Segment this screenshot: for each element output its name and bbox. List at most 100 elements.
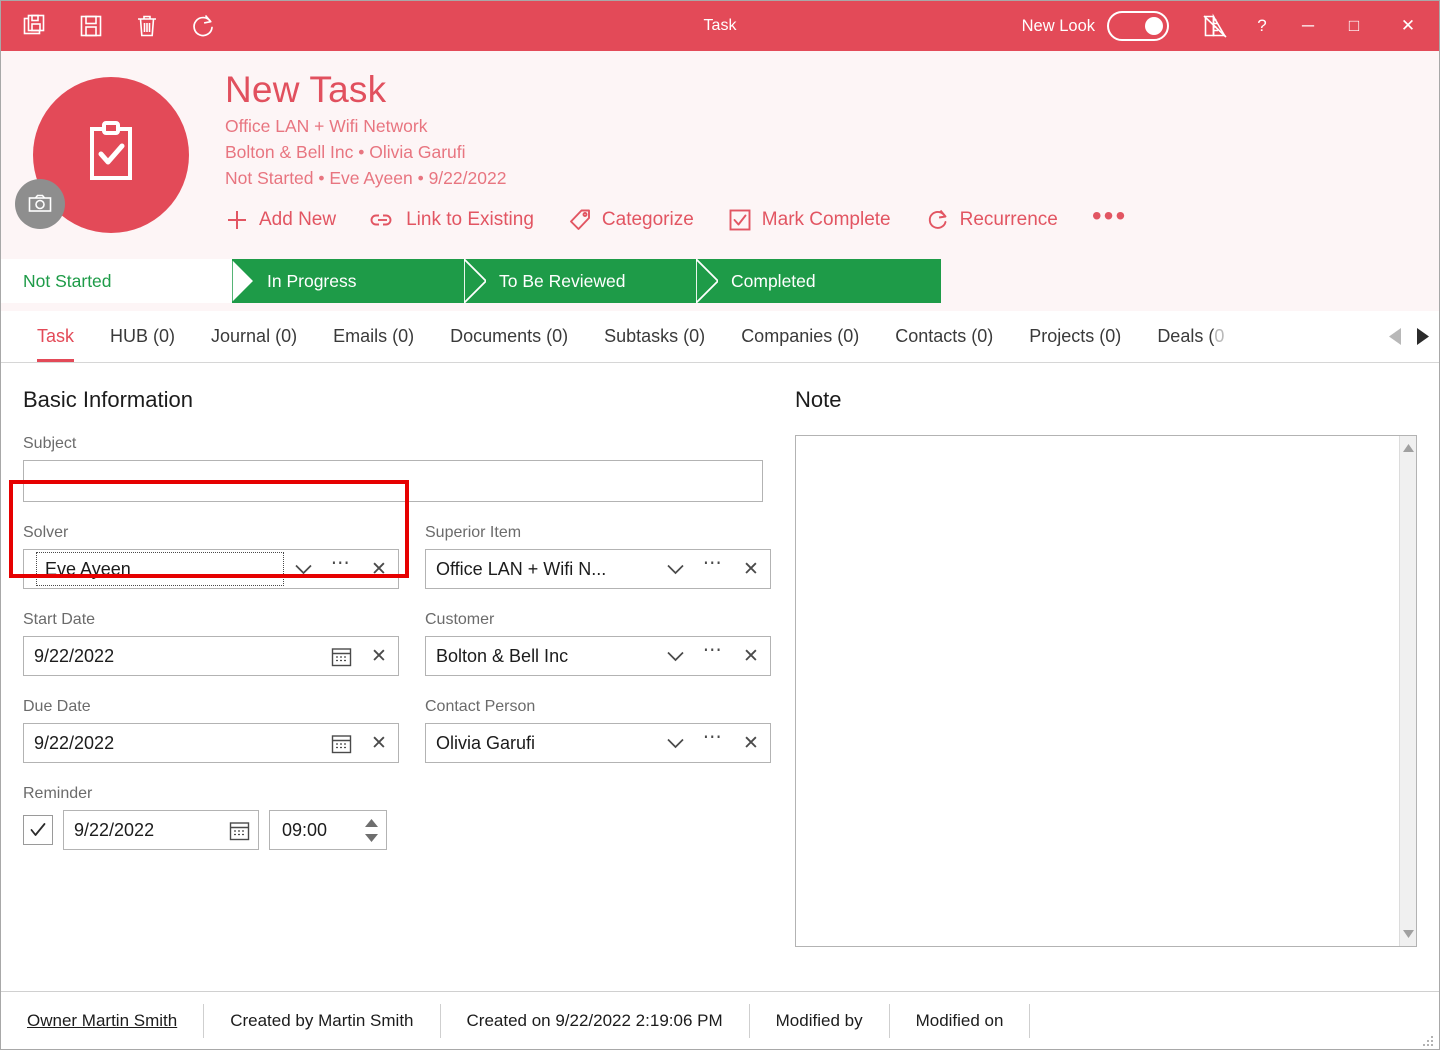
start-date-clear-icon[interactable]: ✕ (360, 637, 398, 675)
tab-label: Subtasks (0) (604, 326, 706, 346)
chevron-right-icon[interactable] (1416, 328, 1429, 345)
mark-complete-label: Mark Complete (761, 208, 891, 230)
start-date-label: Start Date (23, 611, 96, 628)
status-created-on: Created on 9/22/2022 2:19:06 PM (441, 1003, 750, 1038)
link-to-existing-button[interactable]: Link to Existing (370, 209, 534, 231)
categorize-label: Categorize (601, 208, 694, 230)
pipeline-step-label: To Be Reviewed (499, 270, 626, 291)
solver-clear-icon[interactable]: ✕ (360, 550, 398, 588)
due-date-value: 9/22/2022 (34, 732, 115, 753)
chevron-left-icon[interactable] (1389, 328, 1402, 345)
reminder-row: 9/22/2022 09:00 (23, 810, 785, 850)
status-created-by: Created by Martin Smith (204, 1003, 441, 1038)
tab-label: HUB (0) (110, 326, 176, 346)
customer-dropdown-icon[interactable] (656, 637, 694, 675)
save-and-new-icon[interactable] (15, 7, 55, 45)
categorize-button[interactable]: Categorize (568, 208, 694, 232)
save-icon[interactable] (71, 7, 111, 45)
pipeline-step-not-started[interactable]: Not Started (1, 259, 254, 303)
help-button[interactable]: ? (1239, 1, 1285, 51)
superior-item-more-icon[interactable]: ⋯ (694, 550, 732, 588)
superior-item-dropdown-icon[interactable] (656, 550, 694, 588)
status-owner[interactable]: Owner Martin Smith (1, 1003, 205, 1038)
new-look-toggle[interactable] (1107, 11, 1169, 41)
tab-companies[interactable]: Companies (0) (723, 311, 877, 362)
reminder-time-input[interactable]: 09:00 (269, 810, 387, 850)
pipeline-step-completed[interactable]: Completed (697, 259, 941, 303)
pipeline-step-in-progress[interactable]: In Progress (233, 259, 486, 303)
subject-input[interactable] (23, 460, 763, 502)
tab-subtasks[interactable]: Subtasks (0) (586, 311, 723, 362)
pipeline-arrow-icon (464, 259, 486, 303)
triangle-up-icon[interactable] (1402, 439, 1414, 457)
contact-person-input[interactable]: Olivia Garufi ⋯ ✕ (425, 723, 771, 763)
tab-hub[interactable]: HUB (0) (92, 311, 193, 362)
header-more-button[interactable]: ••• (1092, 201, 1127, 230)
customer-clear-icon[interactable]: ✕ (732, 637, 770, 675)
contact-person-value: Olivia Garufi (436, 732, 536, 753)
customer-input[interactable]: Bolton & Bell Inc ⋯ ✕ (425, 636, 771, 676)
tab-task[interactable]: Task (19, 311, 92, 362)
resize-grip-icon[interactable] (1421, 1032, 1434, 1046)
solver-input[interactable]: Eve Ayeen ⋯ ✕ (23, 549, 399, 589)
superior-item-value: Office LAN + Wifi N... (436, 558, 607, 579)
note-scrollbar[interactable] (1399, 436, 1416, 946)
solver-dropdown-icon[interactable] (284, 550, 322, 588)
due-date-calendar-icon[interactable] (322, 724, 360, 762)
note-textarea[interactable] (796, 436, 1399, 946)
start-date-calendar-icon[interactable] (322, 637, 360, 675)
contact-person-label: Contact Person (425, 698, 536, 715)
avatar-area (1, 51, 225, 259)
start-date-value: 9/22/2022 (34, 645, 115, 666)
content-area: Basic Information Subject Solver Eve Aye… (1, 363, 1439, 991)
note-editor[interactable] (795, 435, 1417, 947)
contact-person-field: Contact Person Olivia Garufi ⋯ ✕ (425, 698, 771, 763)
mark-complete-button[interactable]: Mark Complete (728, 208, 891, 232)
reminder-checkbox[interactable] (23, 815, 53, 845)
maximize-button[interactable]: □ (1331, 1, 1377, 51)
recurrence-label: Recurrence (959, 208, 1058, 230)
refresh-icon[interactable] (183, 7, 223, 45)
tab-bar: Task HUB (0) Journal (0) Emails (0) Docu… (1, 311, 1439, 363)
superior-item-clear-icon[interactable]: ✕ (732, 550, 770, 588)
start-date-input[interactable]: 9/22/2022 ✕ (23, 636, 399, 676)
header-subtitle-1: Office LAN + Wifi Network (225, 116, 428, 136)
close-button[interactable]: ✕ (1377, 1, 1439, 51)
tab-contacts[interactable]: Contacts (0) (877, 311, 1011, 362)
note-pane: Note (785, 363, 1439, 991)
minimize-button[interactable]: ─ (1285, 1, 1331, 51)
tab-emails[interactable]: Emails (0) (315, 311, 432, 362)
duedate-contact-row: Due Date 9/22/2022 ✕ Contact Person Oliv… (23, 698, 785, 785)
ruler-icon[interactable] (1191, 1, 1239, 51)
add-new-button[interactable]: Add New (225, 208, 336, 232)
due-date-clear-icon[interactable]: ✕ (360, 724, 398, 762)
triangle-down-icon[interactable] (1402, 925, 1414, 943)
tab-projects[interactable]: Projects (0) (1011, 311, 1139, 362)
page-title: New Task (225, 69, 387, 110)
reminder-time-stepper[interactable] (356, 811, 386, 849)
reminder-date-value: 9/22/2022 (74, 819, 155, 840)
tab-documents[interactable]: Documents (0) (432, 311, 586, 362)
due-date-input[interactable]: 9/22/2022 ✕ (23, 723, 399, 763)
recurrence-button[interactable]: Recurrence (925, 207, 1058, 232)
title-bar-right: New Look ? ─ □ ✕ (1022, 1, 1439, 51)
plus-icon (225, 208, 249, 232)
reminder-calendar-icon[interactable] (220, 811, 258, 849)
reminder-date-input[interactable]: 9/22/2022 (63, 810, 259, 850)
record-header: New Task Office LAN + Wifi Network Bolto… (1, 51, 1439, 259)
customer-more-icon[interactable]: ⋯ (694, 637, 732, 675)
tab-label: Contacts (0) (895, 326, 994, 346)
subject-field: Subject (23, 435, 785, 502)
contact-person-clear-icon[interactable]: ✕ (732, 724, 770, 762)
contact-person-dropdown-icon[interactable] (656, 724, 694, 762)
camera-icon[interactable] (15, 179, 65, 229)
contact-person-more-icon[interactable]: ⋯ (694, 724, 732, 762)
tab-deals[interactable]: Deals (0 (1139, 311, 1242, 362)
startdate-customer-row: Start Date 9/22/2022 ✕ Customer Bolton &… (23, 611, 785, 698)
delete-icon[interactable] (127, 7, 167, 45)
superior-item-input[interactable]: Office LAN + Wifi N... ⋯ ✕ (425, 549, 771, 589)
solver-more-icon[interactable]: ⋯ (322, 550, 360, 588)
pipeline-step-to-be-reviewed[interactable]: To Be Reviewed (465, 259, 718, 303)
solver-value: Eve Ayeen (36, 552, 284, 586)
tab-journal[interactable]: Journal (0) (193, 311, 315, 362)
